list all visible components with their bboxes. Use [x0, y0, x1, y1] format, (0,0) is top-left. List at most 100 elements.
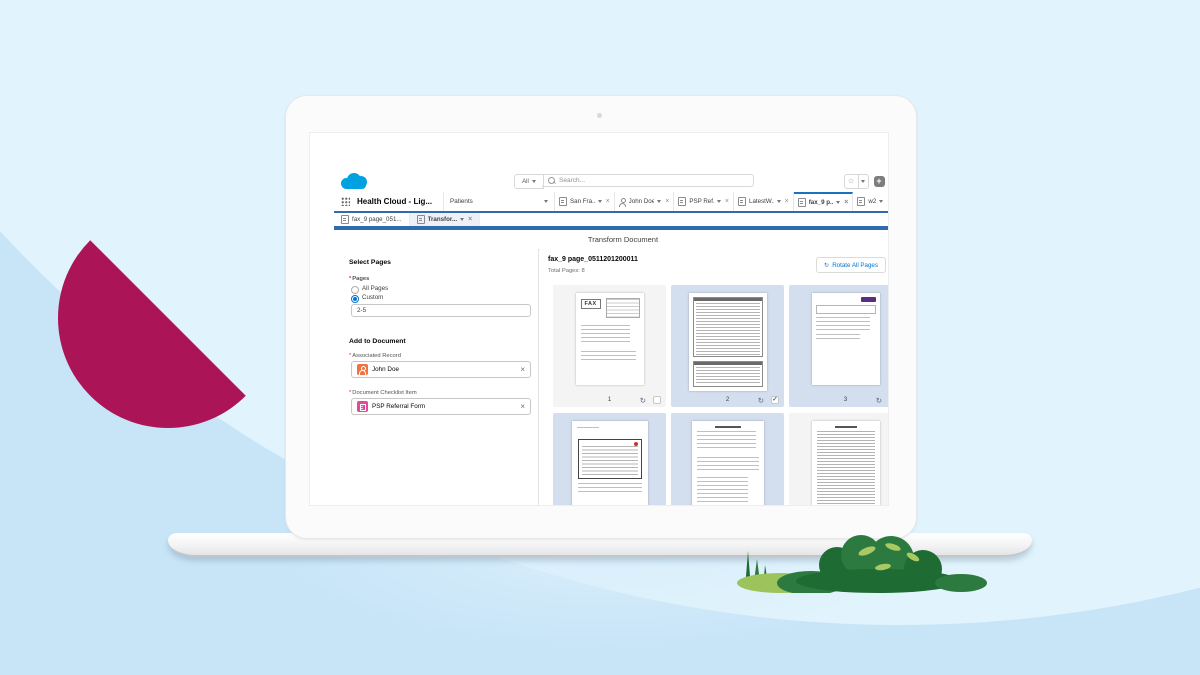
page-thumbnail-grid: FAX 1 ↻ [553, 285, 888, 505]
document-icon [678, 197, 686, 206]
page-title: Transform Document [588, 235, 658, 244]
close-icon[interactable]: × [665, 198, 669, 205]
close-icon[interactable]: × [785, 198, 789, 205]
checklist-item-icon [357, 401, 368, 412]
chevron-down-icon [460, 218, 464, 221]
search-scope-select[interactable]: All [514, 174, 544, 189]
rotate-page-icon[interactable]: ↻ [876, 397, 882, 405]
rotate-all-pages-button[interactable]: ↻ Rotate All Pages [816, 257, 886, 273]
chevron-down-icon [777, 200, 781, 203]
custom-radio[interactable] [351, 295, 359, 303]
tab-fax9-active[interactable]: fax_9 p... × [794, 192, 854, 211]
subtab-label: fax_9 page_051... [352, 216, 402, 223]
laptop-display: All Search... ☆ + ? [310, 133, 888, 505]
page-tile-2[interactable]: 2 ↻ ✓ [671, 285, 784, 407]
associated-record-label: Associated Record [349, 353, 401, 359]
page-number: 3 [789, 397, 888, 403]
console-tab-bar: Health Cloud - Lig... Patients San Fra..… [334, 192, 888, 211]
custom-range-input[interactable]: 2-5 [351, 304, 531, 317]
chevron-down-icon [532, 180, 536, 183]
tab-label: w2 [868, 198, 876, 205]
page-tile-1[interactable]: FAX 1 ↻ [553, 285, 666, 407]
page-tile-4[interactable]: 4 ↻ ✓ [553, 413, 666, 505]
remove-record-icon[interactable]: × [520, 365, 525, 374]
page-tile-3[interactable]: 3 ↻ ✓ [789, 285, 888, 407]
close-icon[interactable]: × [844, 199, 848, 206]
page-thumbnail[interactable] [812, 293, 880, 385]
illustration-stage: All Search... ☆ + ? [0, 0, 1200, 675]
rotate-page-icon[interactable]: ↻ [640, 397, 646, 405]
page-thumbnail[interactable] [572, 421, 648, 505]
close-icon[interactable]: × [887, 198, 888, 205]
search-icon [548, 177, 555, 184]
chevron-down-icon [717, 200, 721, 203]
tab-psp-referral[interactable]: PSP Ref... × [674, 192, 734, 211]
chevron-down-icon [657, 200, 661, 203]
global-header: All Search... ☆ + ? [334, 170, 888, 193]
global-actions-button[interactable]: + [874, 176, 885, 187]
salesforce-app-window: All Search... ☆ + ? [334, 170, 888, 505]
remove-checklist-icon[interactable]: × [520, 402, 525, 411]
app-launcher-icon[interactable] [341, 197, 350, 206]
fax-badge: FAX [581, 299, 601, 309]
subtab-label: Transfor... [428, 216, 458, 223]
close-icon[interactable]: × [725, 198, 729, 205]
checklist-item-pill[interactable]: PSP Referral Form × [351, 398, 531, 415]
page-checkbox[interactable] [653, 396, 661, 404]
tab-san-francisco[interactable]: San Fra... × [555, 192, 615, 211]
laptop-camera-dot [597, 113, 602, 118]
all-pages-radio[interactable] [351, 286, 359, 294]
checklist-item-label: Document Checklist Item [349, 390, 417, 396]
page-thumbnail[interactable]: FAX [576, 293, 644, 385]
letterhead-logo [861, 297, 876, 302]
favorites-caret[interactable] [858, 175, 868, 188]
select-pages-panel: Select Pages Pages All Pages Custom 2-5 … [334, 249, 539, 505]
account-icon [559, 197, 567, 206]
search-placeholder: Search... [559, 177, 585, 184]
tab-w2[interactable]: w2 × [853, 192, 888, 211]
associated-record-value: John Doe [372, 366, 399, 373]
page-checkbox[interactable]: ✓ [771, 396, 779, 404]
rotate-page-icon[interactable]: ↻ [758, 397, 764, 405]
custom-label[interactable]: Custom [362, 294, 383, 301]
page-thumbnail[interactable] [812, 421, 880, 505]
tab-patients[interactable]: Patients [443, 192, 555, 211]
tab-label: Patients [450, 198, 473, 205]
add-to-document-heading: Add to Document [349, 338, 406, 345]
tab-label: LatestW... [749, 198, 774, 205]
tab-john-doe[interactable]: John Doe × [615, 192, 675, 211]
close-icon[interactable]: × [606, 198, 610, 205]
bush-illustration [733, 525, 991, 593]
page-tile-5[interactable]: 5 ↻ ✓ [671, 413, 784, 505]
chevron-down-icon [598, 200, 602, 203]
tab-latest-w[interactable]: LatestW... × [734, 192, 794, 211]
favorites-button[interactable]: ☆ [844, 174, 869, 189]
page-thumbnail[interactable] [689, 293, 767, 391]
checklist-item-value: PSP Referral Form [372, 403, 425, 410]
rotate-icon: ↻ [824, 262, 829, 269]
person-account-icon [357, 364, 368, 375]
search-scope-value: All [522, 179, 529, 185]
page-thumbnail[interactable] [692, 421, 764, 505]
page-number: 2 [671, 397, 784, 403]
patient-icon [619, 198, 626, 205]
page-number: 1 [553, 397, 666, 403]
global-search-input[interactable]: Search... [542, 174, 754, 187]
page-tile-6[interactable]: 6 ↻ [789, 413, 888, 505]
pages-field-label: Pages [349, 276, 369, 282]
associated-record-pill[interactable]: John Doe × [351, 361, 531, 378]
tab-label: John Doe [629, 198, 655, 205]
header-utility-icons: ☆ + ? [844, 174, 889, 189]
tab-label: San Fra... [570, 198, 595, 205]
file-icon [417, 215, 425, 224]
custom-range-value: 2-5 [357, 307, 366, 314]
all-pages-label[interactable]: All Pages [362, 285, 388, 292]
close-icon[interactable]: × [468, 216, 472, 223]
salesforce-logo-icon [341, 173, 368, 189]
subtab-fax9-page[interactable]: fax_9 page_051... [334, 213, 410, 226]
subtab-transform-active[interactable]: Transfor... × [410, 213, 481, 226]
app-name: Health Cloud - Lig... [357, 197, 443, 206]
tab-label: fax_9 p... [809, 199, 834, 206]
laptop-screen: All Search... ☆ + ? [285, 95, 917, 539]
fax-header-table [606, 298, 640, 318]
